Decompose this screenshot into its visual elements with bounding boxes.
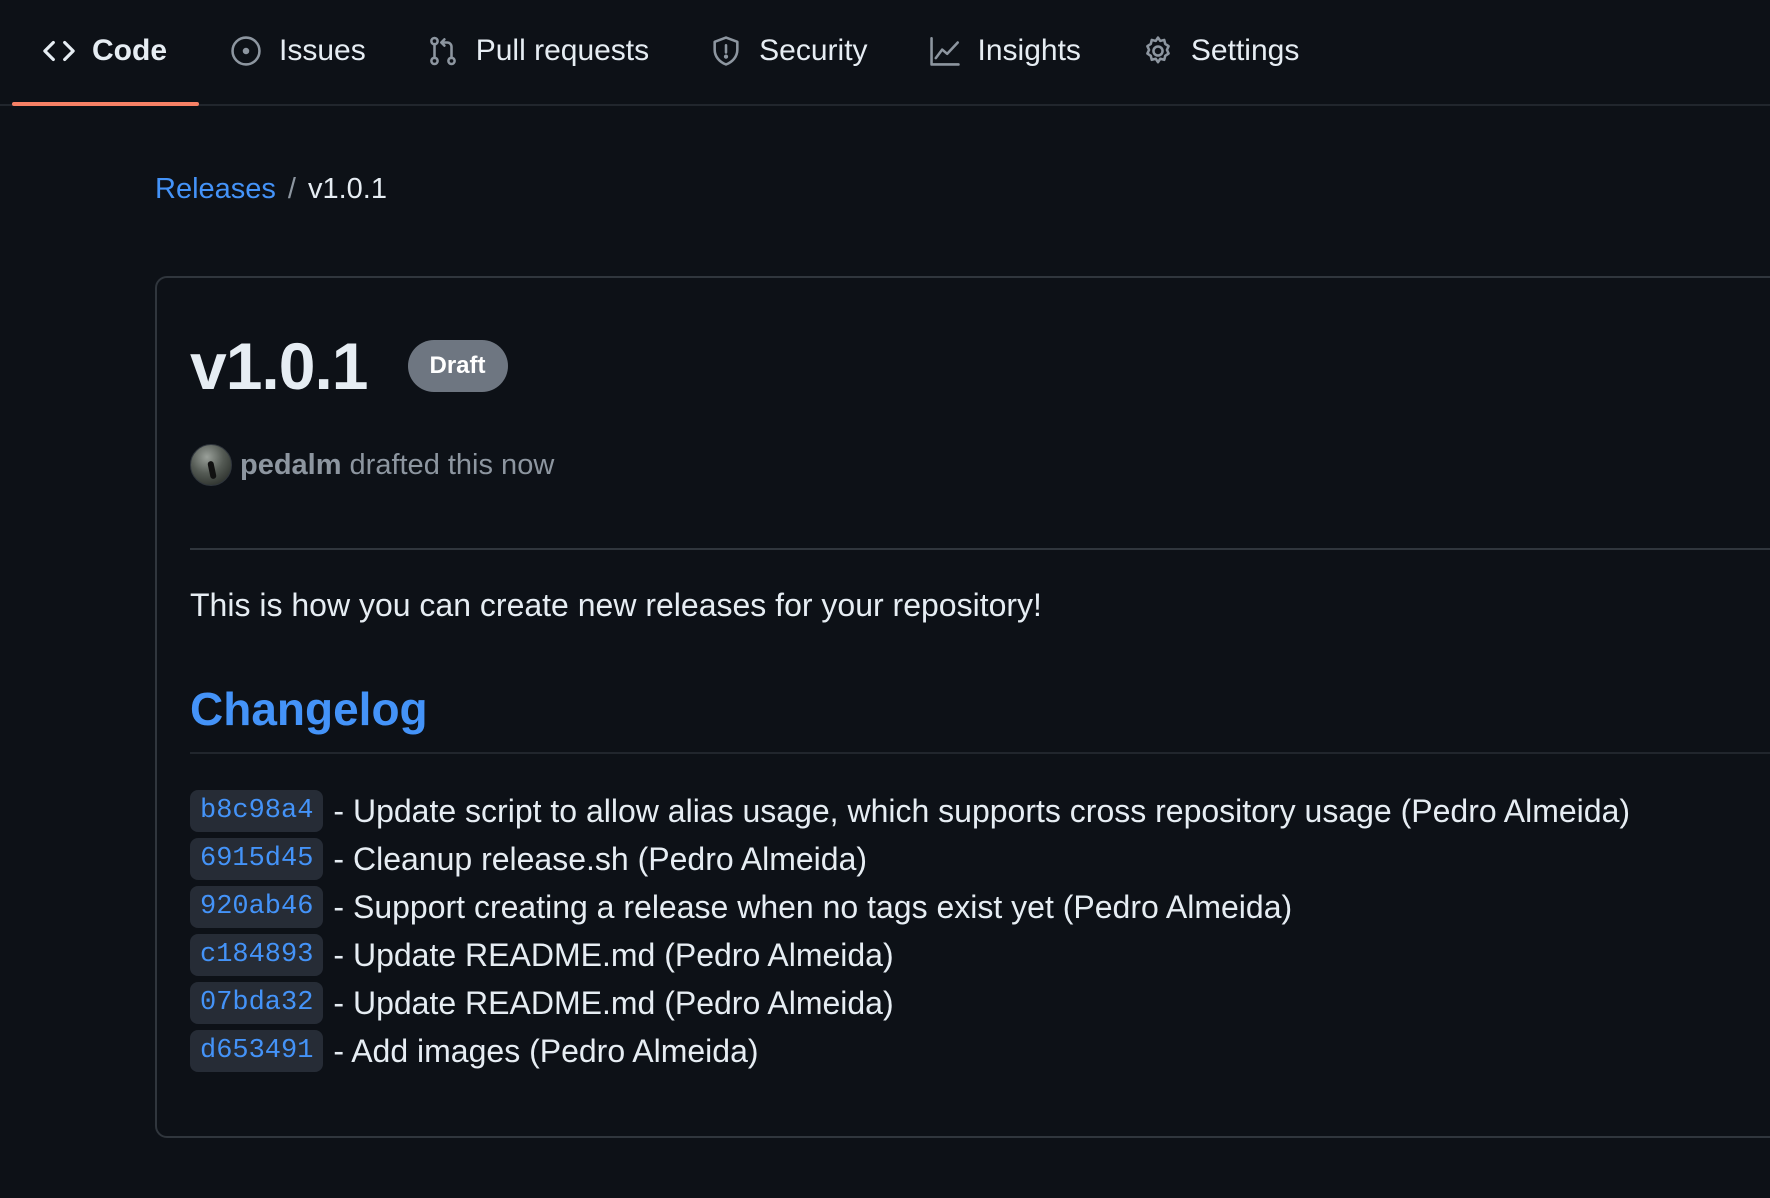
pull-request-icon (426, 34, 460, 68)
release-card: v1.0.1 Draft pedalm drafted this now Thi… (155, 276, 1770, 1138)
commit-sha-link[interactable]: b8c98a4 (190, 790, 324, 832)
gear-icon (1141, 34, 1175, 68)
tab-label: Code (92, 34, 167, 67)
commit-message: - Cleanup release.sh (Pedro Almeida) (333, 840, 868, 877)
author-link[interactable]: pedalm (240, 449, 342, 482)
commit-sha-link[interactable]: d653491 (190, 1030, 324, 1072)
changelog-entry: 07bda32 - Update README.md (Pedro Almeid… (190, 982, 1630, 1024)
draft-badge: Draft (407, 340, 508, 392)
changelog-heading[interactable]: Changelog (190, 682, 428, 736)
commit-sha-link[interactable]: 920ab46 (190, 886, 324, 928)
tab-security[interactable]: Security (679, 0, 897, 104)
heading-rule (190, 752, 1770, 754)
commit-message: - Support creating a release when no tag… (333, 888, 1293, 925)
breadcrumb-releases-link[interactable]: Releases (155, 173, 276, 206)
release-description: This is how you can create new releases … (190, 587, 1042, 623)
changelog-entry: b8c98a4 - Update script to allow alias u… (190, 790, 1630, 832)
avatar[interactable] (190, 444, 232, 486)
tab-settings[interactable]: Settings (1111, 0, 1329, 104)
tab-issues[interactable]: Issues (199, 0, 396, 104)
changelog-entry: d653491 - Add images (Pedro Almeida) (190, 1030, 1630, 1072)
commit-sha-link[interactable]: 6915d45 (190, 838, 324, 880)
tab-label: Security (759, 34, 868, 67)
commit-message: - Add images (Pedro Almeida) (333, 1032, 759, 1069)
tab-code[interactable]: Code (12, 0, 199, 106)
changelog-entry: c184893 - Update README.md (Pedro Almeid… (190, 934, 1630, 976)
repo-nav: Code Issues Pull requests Security Insig… (0, 0, 1770, 106)
changelog-list: b8c98a4 - Update script to allow alias u… (190, 790, 1630, 1072)
breadcrumb-current: v1.0.1 (307, 173, 387, 205)
release-header: v1.0.1 Draft (190, 328, 508, 404)
tab-label: Issues (279, 34, 366, 67)
byline-text: drafted this now (349, 448, 555, 481)
commit-sha-link[interactable]: c184893 (190, 934, 324, 976)
release-byline: pedalm drafted this now (190, 444, 554, 486)
commit-sha-link[interactable]: 07bda32 (190, 982, 324, 1024)
breadcrumb-separator: / (287, 173, 296, 205)
shield-icon (709, 34, 743, 68)
graph-icon (928, 34, 962, 68)
commit-message: - Update README.md (Pedro Almeida) (333, 936, 894, 973)
tab-insights[interactable]: Insights (898, 0, 1111, 104)
commit-message: - Update README.md (Pedro Almeida) (333, 984, 894, 1021)
tab-label: Settings (1190, 34, 1300, 67)
commit-message: - Update script to allow alias usage, wh… (333, 792, 1631, 829)
changelog-entry: 6915d45 - Cleanup release.sh (Pedro Alme… (190, 838, 1630, 880)
divider (190, 548, 1770, 550)
tab-label: Insights (977, 34, 1081, 67)
code-icon (42, 34, 76, 68)
tab-pull-requests[interactable]: Pull requests (396, 0, 679, 104)
breadcrumb: Releases / v1.0.1 (155, 173, 387, 206)
issue-icon (229, 34, 263, 68)
release-title: v1.0.1 (190, 329, 368, 403)
tab-label: Pull requests (475, 34, 650, 67)
changelog-entry: 920ab46 - Support creating a release whe… (190, 886, 1630, 928)
